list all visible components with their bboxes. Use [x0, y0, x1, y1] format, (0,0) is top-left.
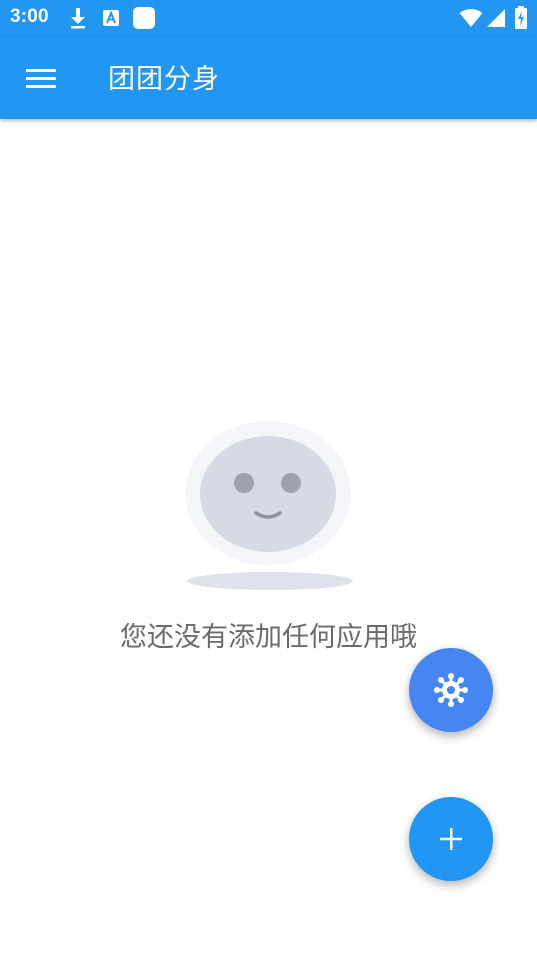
main-content: 您还没有添加任何应用哦 [0, 119, 537, 956]
settings-fab-button[interactable] [409, 648, 493, 732]
a-badge-icon [103, 10, 119, 26]
add-app-fab-button[interactable] [409, 797, 493, 881]
cell-signal-icon [487, 9, 505, 27]
app-bar: 团团分身 [0, 37, 537, 119]
virus-gear-icon [434, 673, 468, 707]
hamburger-menu-icon [26, 69, 56, 88]
download-icon [71, 8, 85, 29]
app-square-icon [133, 7, 155, 29]
wifi-icon [459, 9, 483, 27]
status-time: 3:00 [10, 6, 49, 27]
battery-charging-icon [515, 6, 527, 29]
plus-icon [440, 828, 462, 850]
app-title: 团团分身 [108, 64, 220, 95]
menu-button[interactable] [16, 58, 66, 98]
smiling-face-illustration [185, 421, 353, 590]
status-bar: 3:00 [0, 0, 537, 37]
